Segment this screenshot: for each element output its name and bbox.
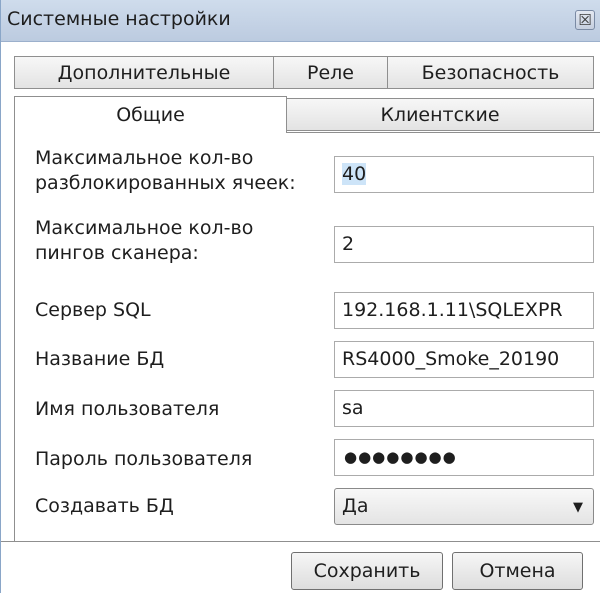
max-unlocked-label-text: Максимальное кол-во разблокированных яче… [35, 147, 296, 194]
close-icon: ☒ [578, 10, 592, 29]
max-pings-label-text: Максимальное кол-во пингов сканера: [35, 217, 254, 264]
max-pings-label: Максимальное кол-во пингов сканера: [35, 216, 253, 266]
db-name-label: Название БД [35, 348, 165, 370]
title-bar[interactable]: Системные настройки ☒ [1, 0, 600, 42]
cancel-button[interactable]: Отмена [452, 552, 583, 590]
tab-relay[interactable]: Реле [273, 56, 388, 89]
create-db-select[interactable]: Да ▼ [334, 488, 594, 525]
sql-server-input[interactable]: 192.168.1.11\SQLEXPR [334, 292, 594, 329]
max-unlocked-input[interactable]: 40 [334, 156, 594, 193]
create-db-label: Создавать БД [35, 495, 174, 517]
password-label: Пароль пользователя [35, 448, 253, 470]
tab-security[interactable]: Безопасность [387, 56, 594, 89]
close-button[interactable]: ☒ [575, 10, 595, 30]
tab-additional[interactable]: Дополнительные [14, 56, 274, 89]
tab-client[interactable]: Клиентские [286, 98, 594, 131]
sql-server-label: Сервер SQL [35, 299, 151, 321]
tab-general[interactable]: Общие [14, 96, 287, 133]
chevron-down-icon: ▼ [573, 500, 583, 515]
max-unlocked-value: 40 [342, 163, 367, 185]
save-button[interactable]: Сохранить [291, 552, 443, 590]
password-input[interactable]: ●●●●●●●● [334, 439, 594, 476]
max-pings-input[interactable]: 2 [334, 226, 594, 263]
settings-dialog: Системные настройки ☒ Дополнительные Рел… [0, 0, 600, 593]
username-label: Имя пользователя [35, 398, 220, 420]
create-db-selected-value: Да [342, 495, 369, 517]
window-title: Системные настройки [7, 8, 231, 30]
max-unlocked-label: Максимальное кол-во разблокированных яче… [35, 146, 296, 196]
username-input[interactable]: sa [334, 390, 594, 427]
db-name-input[interactable]: RS4000_Smoke_20190 [334, 341, 594, 378]
